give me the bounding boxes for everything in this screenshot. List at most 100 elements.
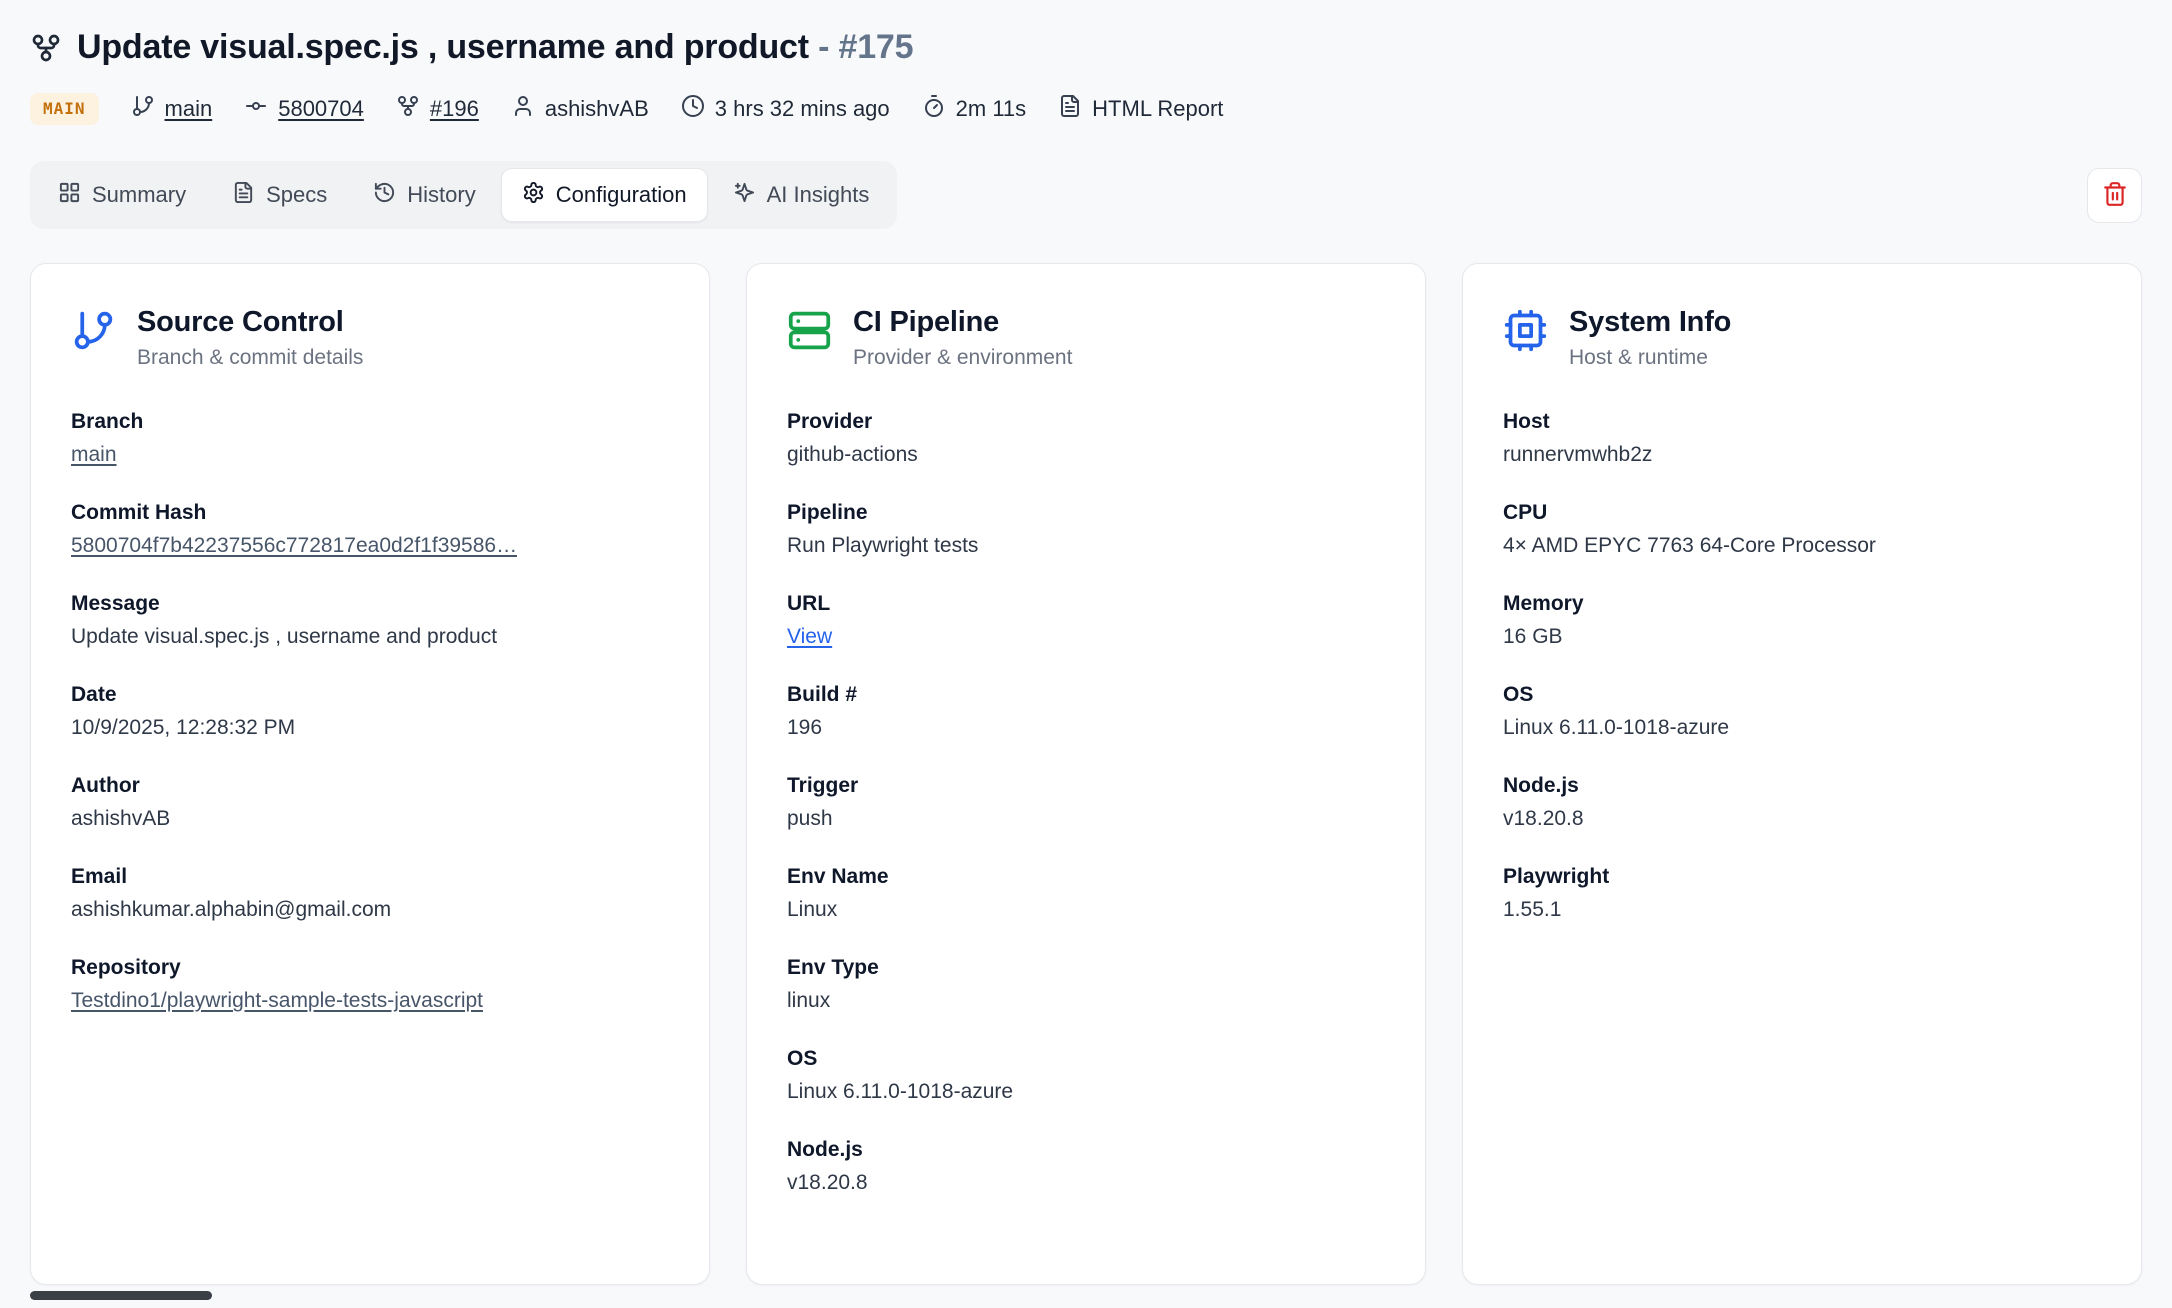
field-os: OS Linux 6.11.0-1018-azure [787, 1045, 1385, 1106]
card-heading: Source Control Branch & commit details [137, 306, 363, 370]
pipeline-value: Run Playwright tests [787, 532, 1385, 560]
horizontal-scrollbar-thumb[interactable] [30, 1291, 212, 1300]
server-icon [787, 308, 832, 353]
branch-link[interactable]: main [165, 96, 213, 122]
message-label: Message [71, 590, 669, 617]
provider-label: Provider [787, 408, 1385, 435]
meta-html-report[interactable]: HTML Report [1058, 94, 1223, 124]
pull-request-link[interactable]: #196 [430, 96, 479, 122]
field-build-number: Build # 196 [787, 681, 1385, 742]
author-label: Author [71, 772, 669, 799]
git-branch-icon [71, 308, 116, 353]
message-value: Update visual.spec.js , username and pro… [71, 623, 669, 651]
nodejs-value: v18.20.8 [787, 1169, 1385, 1197]
trigger-label: Trigger [787, 772, 1385, 799]
field-memory: Memory 16 GB [1503, 590, 2101, 651]
field-date: Date 10/9/2025, 12:28:32 PM [71, 681, 669, 742]
tab-configuration[interactable]: Configuration [501, 168, 708, 222]
run-meta-row: MAIN main 5800704 #196 ashishvAB 3 hrs 3… [30, 93, 2142, 125]
trigger-value: push [787, 805, 1385, 833]
nodejs-label: Node.js [1503, 772, 2101, 799]
env-type-value: linux [787, 987, 1385, 1015]
field-env-type: Env Type linux [787, 954, 1385, 1015]
field-env-name: Env Name Linux [787, 863, 1385, 924]
file-text-icon [1058, 94, 1082, 124]
gear-icon [522, 181, 545, 209]
page-title: Update visual.spec.js , username and pro… [77, 28, 913, 67]
card-header: CI Pipeline Provider & environment [787, 306, 1385, 370]
tab-label: History [407, 183, 475, 207]
os-label: OS [1503, 681, 2101, 708]
commit-link[interactable]: 5800704 [278, 96, 364, 122]
branch-label: Branch [71, 408, 669, 435]
branch-link[interactable]: main [71, 441, 117, 469]
host-value: runnervmwhb2z [1503, 441, 2101, 469]
tabbar-row: Summary Specs History Configuration AI I… [30, 161, 2142, 229]
duration-text: 2m 11s [956, 96, 1027, 122]
field-provider: Provider github-actions [787, 408, 1385, 469]
ci-pipeline-card: CI Pipeline Provider & environment Provi… [746, 263, 1426, 1285]
field-message: Message Update visual.spec.js , username… [71, 590, 669, 651]
meta-branch: main [131, 94, 213, 124]
git-fork-icon [396, 94, 420, 124]
card-title: CI Pipeline [853, 306, 1072, 339]
field-repository: Repository Testdino1/playwright-sample-t… [71, 954, 669, 1015]
meta-commit: 5800704 [244, 94, 364, 124]
git-commit-icon [244, 94, 268, 124]
html-report-label: HTML Report [1092, 96, 1223, 122]
field-nodejs: Node.js v18.20.8 [787, 1136, 1385, 1197]
trash-icon [2102, 181, 2128, 210]
url-view-link[interactable]: View [787, 623, 832, 651]
email-value: ashishkumar.alphabin@gmail.com [71, 896, 669, 924]
field-playwright: Playwright 1.55.1 [1503, 863, 2101, 924]
delete-run-button[interactable] [2087, 168, 2142, 223]
card-header: System Info Host & runtime [1503, 306, 2101, 370]
env-name-value: Linux [787, 896, 1385, 924]
timer-icon [922, 94, 946, 124]
system-info-card: System Info Host & runtime Host runnervm… [1462, 263, 2142, 1285]
os-value: Linux 6.11.0-1018-azure [1503, 714, 2101, 742]
commit-hash-link[interactable]: 5800704f7b42237556c772817ea0d2f1f39586… [71, 532, 517, 560]
os-value: Linux 6.11.0-1018-azure [787, 1078, 1385, 1106]
git-branch-icon [131, 94, 155, 124]
memory-label: Memory [1503, 590, 2101, 617]
layout-grid-icon [58, 181, 81, 209]
time-ago-text: 3 hrs 32 mins ago [715, 96, 890, 122]
field-os: OS Linux 6.11.0-1018-azure [1503, 681, 2101, 742]
card-subtitle: Host & runtime [1569, 346, 1731, 370]
meta-author: ashishvAB [511, 94, 649, 124]
card-heading: System Info Host & runtime [1569, 306, 1731, 370]
field-pipeline: Pipeline Run Playwright tests [787, 499, 1385, 560]
playwright-value: 1.55.1 [1503, 896, 2101, 924]
field-branch: Branch main [71, 408, 669, 469]
repository-link[interactable]: Testdino1/playwright-sample-tests-javasc… [71, 987, 483, 1015]
clock-icon [681, 94, 705, 124]
field-cpu: CPU 4× AMD EPYC 7763 64-Core Processor [1503, 499, 2101, 560]
configuration-cards: Source Control Branch & commit details B… [30, 263, 2142, 1285]
env-type-label: Env Type [787, 954, 1385, 981]
email-label: Email [71, 863, 669, 890]
meta-pull-request: #196 [396, 94, 479, 124]
memory-value: 16 GB [1503, 623, 2101, 651]
tab-specs[interactable]: Specs [211, 168, 348, 222]
tab-history[interactable]: History [352, 168, 496, 222]
tab-ai-insights[interactable]: AI Insights [712, 168, 891, 222]
field-nodejs: Node.js v18.20.8 [1503, 772, 2101, 833]
source-control-card: Source Control Branch & commit details B… [30, 263, 710, 1285]
playwright-label: Playwright [1503, 863, 2101, 890]
tab-label: Configuration [556, 183, 687, 207]
build-number-label: Build # [787, 681, 1385, 708]
field-commit-hash: Commit Hash 5800704f7b42237556c772817ea0… [71, 499, 669, 560]
field-host: Host runnervmwhb2z [1503, 408, 2101, 469]
field-trigger: Trigger push [787, 772, 1385, 833]
card-subtitle: Provider & environment [853, 346, 1072, 370]
repository-label: Repository [71, 954, 669, 981]
field-email: Email ashishkumar.alphabin@gmail.com [71, 863, 669, 924]
commit-hash-label: Commit Hash [71, 499, 669, 526]
cpu-label: CPU [1503, 499, 2101, 526]
tab-summary[interactable]: Summary [37, 168, 207, 222]
tab-label: Summary [92, 183, 186, 207]
nodejs-label: Node.js [787, 1136, 1385, 1163]
pipeline-label: Pipeline [787, 499, 1385, 526]
run-number: - #175 [818, 28, 913, 66]
